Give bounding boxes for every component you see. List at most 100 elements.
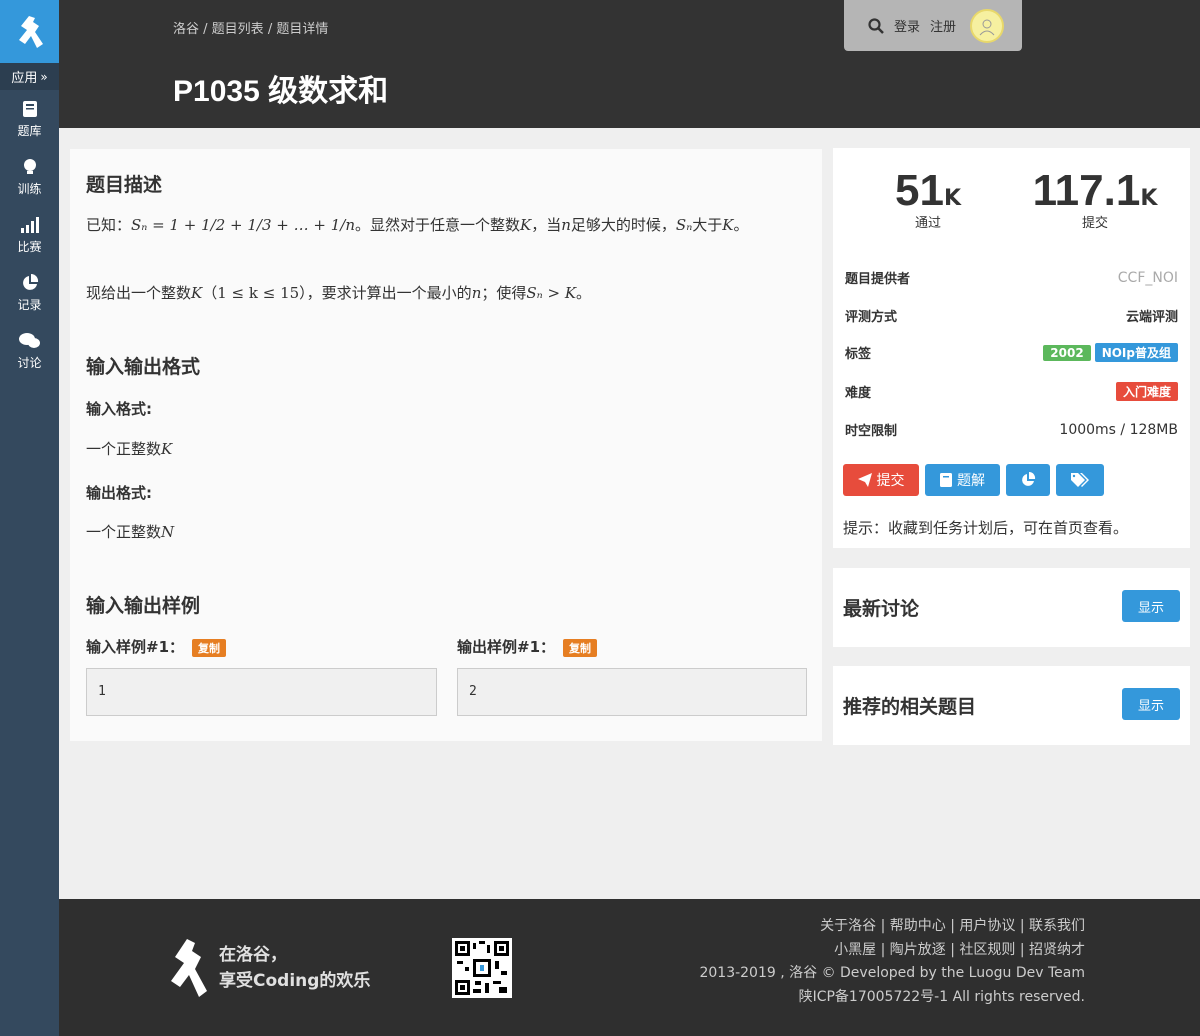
judge-value: 云端评测 — [1125, 310, 1178, 325]
sample-input-label-text: 输入样例#1： — [86, 638, 185, 656]
footer-copyright: 2013-2019 , 洛谷 © Developed by the Luogu … — [699, 965, 1085, 981]
book-icon — [940, 473, 952, 487]
tags-key: 标签 — [845, 347, 872, 362]
breadcrumb: 洛谷 / 题目列表 / 题目详情 — [173, 18, 328, 37]
description-paragraph-2: 现给出一个整数K（1 ≤ k ≤ 15），要求计算出一个最小的n；使得Sₙ > … — [86, 281, 796, 305]
limit-value: 1000ms / 128MB — [1059, 421, 1178, 438]
formula: n — [471, 284, 482, 302]
slogan-line-1: 在洛谷， — [219, 945, 287, 965]
footer-links-row-1[interactable]: 关于洛谷 | 帮助中心 | 用户协议 | 联系我们 — [699, 915, 1085, 939]
footer-slogan: 在洛谷， 享受Coding的欢乐 — [219, 942, 370, 994]
show-discussion-button[interactable]: 显示 — [1122, 590, 1180, 622]
text: 一个正整数 — [86, 523, 162, 541]
app-menu-toggle[interactable]: 应用 » — [0, 63, 59, 90]
sample-input-box[interactable]: 1 — [86, 668, 437, 716]
samples-title: 输入输出样例 — [86, 595, 201, 617]
breadcrumb-home[interactable]: 洛谷 — [173, 22, 199, 37]
tag-badge[interactable]: NOIp普及组 — [1094, 343, 1178, 362]
input-format-label: 输入格式: — [86, 400, 152, 418]
footer: 在洛谷， 享受Coding的欢乐 关于洛谷 | 帮助中心 | 用户协议 | 联系… — [59, 899, 1200, 1036]
tags-icon — [1071, 473, 1089, 487]
passed-unit: K — [943, 186, 961, 211]
provider-row: 题目提供者 CCF_NOI — [845, 268, 1178, 288]
formula: K — [722, 216, 734, 234]
sidebar-item-discuss[interactable]: 讨论 — [0, 322, 59, 380]
register-link[interactable]: 注册 — [930, 16, 956, 35]
sidebar-item-training[interactable]: 训练 — [0, 148, 59, 206]
luogu-logo-icon — [171, 939, 207, 997]
submitted-stat: 117.1K 提交 — [1027, 166, 1163, 231]
formula: Sₙ = 1 + 1/2 + 1/3 + … + 1/n — [131, 216, 355, 234]
show-related-button[interactable]: 显示 — [1122, 688, 1180, 720]
page-title: P1035 级数求和 — [173, 75, 389, 108]
avatar[interactable] — [970, 8, 1005, 43]
problem-info-card: 51K 通过 117.1K 提交 题目提供者 CCF_NOI 评测方式 云端评测… — [833, 148, 1190, 548]
statistics-button[interactable] — [1006, 464, 1050, 496]
copy-output-button[interactable]: 复制 — [563, 638, 598, 657]
sidebar: 应用 » 题库 训练 比赛 记录 讨论 — [0, 0, 59, 1036]
sample-output-box[interactable]: 2 — [457, 668, 807, 716]
solution-button[interactable]: 题解 — [925, 464, 1000, 496]
copy-input-button[interactable]: 复制 — [192, 638, 227, 657]
passed-stat: 51K 通过 — [893, 166, 963, 231]
formula: K — [191, 284, 203, 302]
text: ，当 — [531, 216, 562, 234]
formula: Sₙ > K — [526, 284, 577, 302]
breadcrumb-current[interactable]: 题目详情 — [276, 22, 328, 37]
bar-chart-icon — [20, 216, 39, 233]
lightbulb-icon — [23, 158, 36, 174]
input-format-text: 一个正整数K — [86, 437, 796, 461]
breadcrumb-problem-list[interactable]: 题目列表 — [212, 22, 264, 37]
text: 。 — [733, 216, 749, 234]
difficulty-badge: 入门难度 — [1115, 382, 1178, 401]
discussion-card: 最新讨论 显示 — [833, 568, 1190, 647]
formula: K — [161, 440, 173, 458]
tags-list: 2002 NOIp普及组 — [1039, 343, 1178, 362]
output-format-text: 一个正整数N — [86, 520, 796, 544]
footer-icp[interactable]: 陕ICP备17005722号-1 All rights reserved. — [699, 986, 1085, 1010]
provider-link[interactable]: CCF_NOI — [1118, 270, 1178, 286]
double-chevron-right-icon: » — [40, 69, 48, 84]
related-problems-card: 推荐的相关题目 显示 — [833, 666, 1190, 745]
related-title: 推荐的相关题目 — [843, 696, 977, 718]
formula: （1 ≤ k ≤ 15） — [202, 284, 307, 302]
login-link[interactable]: 登录 — [894, 16, 920, 35]
favorite-hint: 提示：收藏到任务计划后，可在首页查看。 — [843, 519, 1129, 537]
search-icon[interactable] — [868, 17, 884, 34]
text: 。 — [576, 284, 592, 302]
formula: N — [161, 523, 175, 541]
user-panel: 登录 注册 — [844, 0, 1022, 51]
qr-code-image — [452, 938, 512, 998]
paper-plane-icon — [857, 473, 872, 487]
sidebar-item-records[interactable]: 记录 — [0, 264, 59, 322]
pie-chart-icon — [22, 273, 38, 290]
tags-button[interactable] — [1056, 464, 1104, 496]
judge-row: 评测方式 云端评测 — [845, 306, 1178, 325]
judge-key: 评测方式 — [845, 310, 898, 325]
sample-input-label: 输入样例#1： 复制 — [86, 636, 227, 657]
page-header: 洛谷 / 题目列表 / 题目详情 P1035 级数求和 登录 注册 — [59, 0, 1200, 128]
sidebar-item-label: 讨论 — [17, 355, 42, 370]
description-title: 题目描述 — [86, 174, 163, 196]
book-icon — [22, 100, 37, 117]
avatar-image-icon — [979, 19, 995, 35]
action-buttons: 提交 题解 — [843, 464, 1104, 496]
text: ；使得 — [481, 284, 527, 302]
text: 已知： — [86, 216, 132, 234]
text: 一个正整数 — [86, 440, 162, 458]
luogu-logo[interactable] — [0, 0, 59, 63]
footer-links-row-2[interactable]: 小黑屋 | 陶片放逐 | 社区规则 | 招贤纳才 — [699, 939, 1085, 963]
limit-key: 时空限制 — [845, 424, 898, 439]
luogu-logo-icon — [18, 15, 43, 48]
formula: K — [520, 216, 532, 234]
tag-badge[interactable]: 2002 — [1043, 345, 1091, 361]
tags-row: 标签 2002 NOIp普及组 — [845, 343, 1178, 362]
limit-row: 时空限制 1000ms / 128MB — [845, 420, 1178, 440]
text: 现给出一个整数 — [86, 284, 192, 302]
submitted-count: 117.1 — [1032, 166, 1141, 215]
text: 大于 — [692, 216, 723, 234]
sidebar-item-problems[interactable]: 题库 — [0, 90, 59, 148]
sample-output-label-text: 输出样例#1： — [457, 638, 556, 656]
submit-button[interactable]: 提交 — [843, 464, 919, 496]
sidebar-item-contest[interactable]: 比赛 — [0, 206, 59, 264]
